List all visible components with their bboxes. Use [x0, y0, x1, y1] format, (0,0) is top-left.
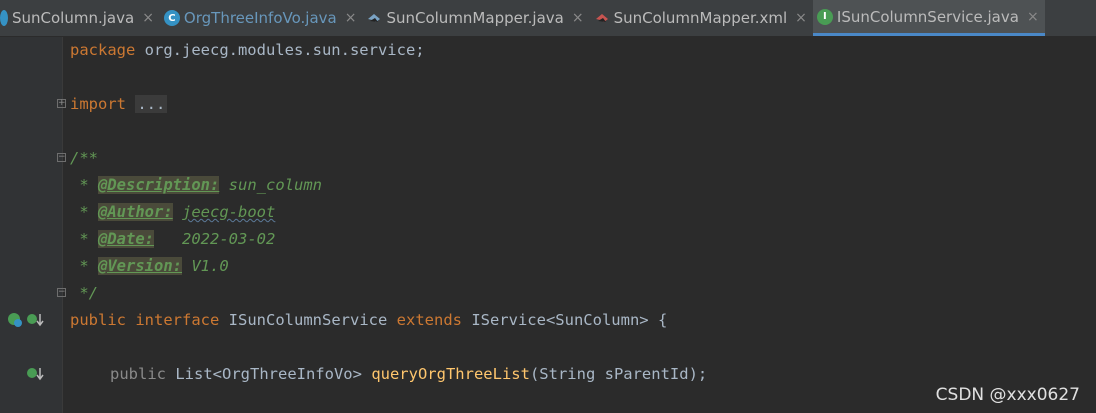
interface-icon: I	[816, 8, 833, 25]
class-icon: C	[163, 10, 180, 26]
code-line-package: package org.jeecg.modules.sun.service;	[70, 37, 425, 64]
code-line-import: import ...	[70, 91, 168, 118]
tab-label: SunColumnMapper.java	[386, 9, 564, 27]
doc-tag: @Date:	[98, 230, 154, 248]
code-line-doc-date: * @Date: 2022-03-02	[70, 226, 275, 253]
method-params: (String sParentId);	[529, 365, 708, 383]
tab-label: OrgThreeInfoVo.java	[183, 9, 337, 27]
fold-expand-icon[interactable]: +	[57, 99, 66, 108]
tab-orgthreeinfovo-java[interactable]: C OrgThreeInfoVo.java ×	[160, 0, 363, 36]
keyword: extends	[396, 311, 462, 329]
tab-label: ISunColumnService.java	[836, 7, 1019, 26]
code-line-doc-version: * @Version: V1.0	[70, 253, 229, 280]
editor-tab-bar: SunColumn.java × C OrgThreeInfoVo.java ×…	[0, 0, 1096, 37]
fold-collapse-icon[interactable]: −	[57, 288, 66, 297]
code-line-interface-decl: public interface ISunColumnService exten…	[70, 307, 667, 334]
doc-tag: @Description:	[98, 176, 220, 194]
keyword: package	[70, 41, 136, 59]
doc-value: 2022-03-02	[154, 230, 276, 248]
doc-value: V1.0	[182, 257, 229, 275]
tab-label: SunColumn.java	[12, 9, 135, 27]
doc-tag: @Author:	[98, 203, 173, 221]
fold-collapse-icon[interactable]: −	[57, 153, 66, 162]
doc-star: *	[70, 176, 98, 194]
editor-gutter	[0, 37, 63, 413]
keyword: public	[110, 365, 166, 383]
code-line-method-decl: public List<OrgThreeInfoVo> queryOrgThre…	[110, 361, 707, 388]
tab-suncolumnmapper-xml[interactable]: SunColumnMapper.xml ×	[590, 0, 813, 36]
doc-star: *	[70, 230, 98, 248]
tab-isuncolumnservice-java[interactable]: I ISunColumnService.java ×	[812, 0, 1045, 36]
implementation-arrow-icon[interactable]	[26, 365, 46, 386]
folded-imports[interactable]: ...	[135, 95, 168, 113]
close-icon[interactable]: ×	[1027, 9, 1039, 25]
doc-star: *	[70, 203, 98, 221]
code-editor[interactable]: package org.jeecg.modules.sun.service; +…	[0, 37, 1096, 413]
code-line-doc-author: * @Author: jeecg-boot	[70, 199, 275, 226]
implementation-arrow-icon[interactable]	[26, 311, 46, 332]
code-line-doc-close: */	[70, 284, 98, 302]
package-name: org.jeecg.modules.sun.service;	[135, 41, 425, 59]
method-return-type: List<OrgThreeInfoVo>	[166, 365, 372, 383]
doc-star: *	[70, 257, 98, 275]
keyword: public	[70, 311, 126, 329]
close-icon[interactable]: ×	[142, 10, 154, 26]
mapper-icon	[366, 10, 382, 26]
tab-label: SunColumnMapper.xml	[613, 9, 788, 27]
close-icon[interactable]: ×	[572, 10, 584, 26]
code-line-doc-open: /**	[70, 149, 98, 167]
method-name: queryOrgThreeList	[371, 365, 530, 383]
tab-suncolumnmapper-java[interactable]: SunColumnMapper.java ×	[362, 0, 589, 36]
doc-value: jeecg-boot	[182, 203, 276, 221]
xml-icon	[594, 10, 610, 26]
doc-tag: @Version:	[98, 257, 182, 275]
code-line-doc-description: * @Description: sun_column	[70, 172, 322, 199]
close-icon[interactable]: ×	[345, 10, 357, 26]
keyword: interface	[135, 311, 220, 329]
extends-type: IService<SunColumn> {	[461, 311, 668, 329]
doc-value: sun_column	[219, 176, 322, 194]
implemented-icon[interactable]	[6, 311, 24, 332]
interface-name: ISunColumnService	[219, 311, 397, 329]
class-icon	[0, 10, 8, 26]
watermark: CSDN @xxx0627	[935, 385, 1080, 405]
keyword: import	[70, 95, 126, 113]
close-icon[interactable]: ×	[795, 10, 807, 26]
tab-suncolumn-java[interactable]: SunColumn.java ×	[0, 0, 160, 36]
